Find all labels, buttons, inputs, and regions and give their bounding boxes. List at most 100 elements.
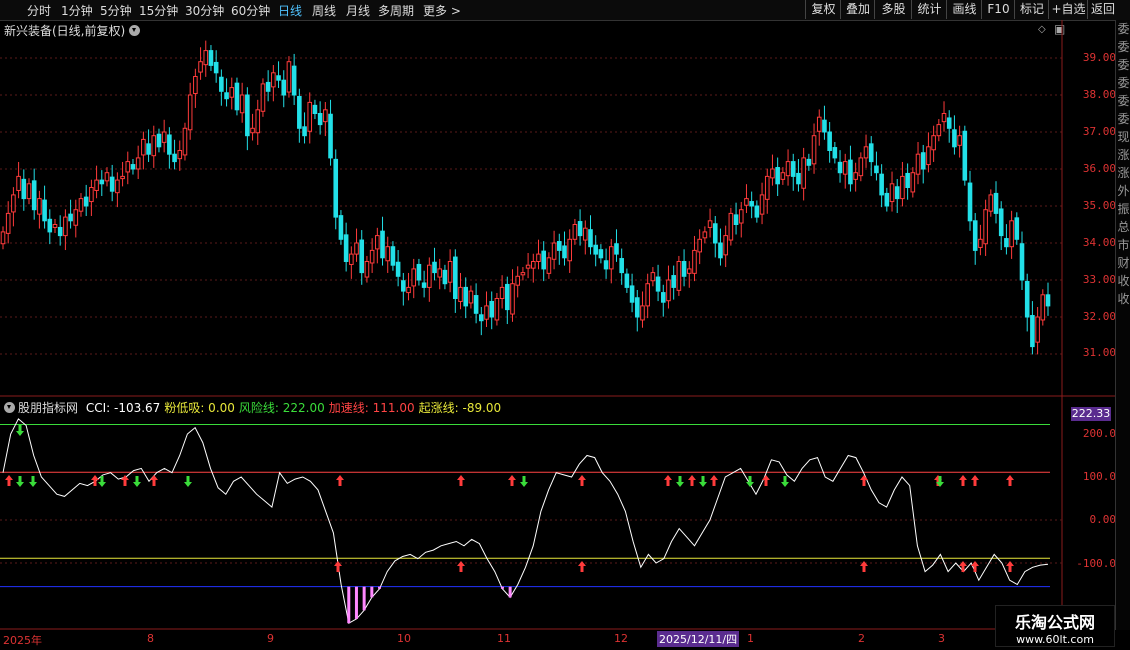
candle-body — [94, 179, 99, 191]
toolbar-button-4[interactable]: 画线 — [946, 0, 982, 19]
candle-body — [109, 176, 115, 192]
candle-body — [749, 201, 754, 207]
candle-body — [385, 246, 391, 262]
candle-body — [905, 172, 910, 189]
indicator-menu-icon[interactable] — [4, 402, 15, 413]
buy-arrow-up-icon — [710, 475, 718, 486]
candle-body — [697, 238, 702, 253]
buy-arrow-up-icon — [457, 561, 465, 572]
quote-sidebar[interactable]: 委委委委委委现涨涨外振总市财收收 — [1115, 20, 1130, 630]
candle-body — [874, 165, 879, 174]
tab-6[interactable]: 日线 — [278, 2, 302, 19]
candle-body — [115, 179, 120, 194]
buy-arrow-up-icon — [688, 475, 696, 486]
toolbar-button-5[interactable]: F10 — [981, 0, 1015, 19]
indicator-item-2: 风险线: 222.00 — [238, 401, 325, 415]
candle-body — [889, 183, 895, 203]
candle-body — [31, 180, 37, 211]
candle-body — [271, 72, 276, 88]
price-tick-8: 31.00 — [1082, 346, 1116, 359]
candle-body — [11, 194, 16, 213]
candle-body — [479, 314, 484, 322]
price-tick-0: 39.00 — [1082, 51, 1116, 64]
tab-0[interactable]: 分时 — [27, 2, 51, 19]
tab-2[interactable]: 5分钟 — [100, 2, 132, 19]
indicator-name: 股朋指标网 — [18, 401, 79, 415]
tab-1[interactable]: 1分钟 — [61, 2, 93, 19]
watermark-url: www.60lt.com — [1016, 633, 1094, 646]
candle-body — [468, 290, 474, 304]
candle-body — [920, 152, 926, 170]
candle-body — [359, 239, 365, 274]
buy-arrow-up-icon — [508, 475, 516, 486]
candle-body — [957, 135, 962, 146]
cci-tick-0: 200.0 — [1082, 427, 1116, 440]
candle-body — [26, 183, 32, 200]
toolbar-button-7[interactable]: +自选 — [1048, 0, 1088, 19]
indicator-item-4: 起涨线: -89.00 — [418, 401, 502, 415]
toolbar-button-2[interactable]: 多股 — [874, 0, 912, 19]
candle-body — [265, 81, 271, 92]
candle-body — [556, 241, 562, 251]
candle-body — [572, 224, 578, 240]
tab-9[interactable]: 多周期 — [378, 2, 414, 19]
tab-7[interactable]: 周线 — [312, 2, 336, 19]
candle-body — [239, 94, 245, 114]
candle-body — [203, 50, 209, 66]
candle-body — [790, 161, 796, 177]
sidebar-label-13: 财 — [1117, 256, 1130, 270]
candle-body — [848, 159, 853, 185]
toolbar-button-0[interactable]: 复权 — [805, 0, 841, 19]
candle-body — [349, 253, 354, 265]
toolbar-button-6[interactable]: 标记 — [1014, 0, 1049, 19]
buy-arrow-up-icon — [971, 475, 979, 486]
candle-body — [702, 231, 708, 239]
candle-body — [842, 161, 848, 175]
candle-body — [629, 285, 635, 303]
candle-body — [988, 194, 994, 212]
price-chart[interactable] — [0, 20, 1115, 650]
candle-body — [125, 161, 131, 173]
candle-body — [978, 238, 983, 248]
candle-body — [884, 192, 890, 207]
candle-body — [390, 246, 396, 266]
candle-body — [983, 209, 988, 245]
buy-arrow-up-icon — [578, 475, 586, 486]
candle-body — [567, 238, 572, 262]
toolbar-button-3[interactable]: 统计 — [911, 0, 947, 19]
candle-body — [21, 178, 27, 200]
sidebar-label-3: 委 — [1117, 76, 1130, 90]
candle-body — [364, 261, 370, 278]
toolbar-button-1[interactable]: 叠加 — [840, 0, 875, 19]
pink-low-bar — [508, 586, 512, 598]
tab-8[interactable]: 月线 — [346, 2, 370, 19]
candle-body — [395, 261, 401, 277]
sell-arrow-down-icon — [676, 476, 684, 487]
candle-body — [5, 212, 11, 234]
pink-low-bar — [354, 586, 358, 619]
price-tick-5: 34.00 — [1082, 236, 1116, 249]
pink-low-bar — [500, 586, 504, 589]
time-tick-6: 1 — [747, 632, 754, 645]
candle-body — [447, 261, 453, 283]
indicator-item-1: 粉低吸: 0.00 — [164, 401, 235, 415]
tab-5[interactable]: 60分钟 — [231, 2, 270, 19]
time-tick-8: 3 — [938, 632, 945, 645]
candle-body — [16, 175, 21, 191]
candle-body — [588, 229, 593, 248]
candle-body — [806, 158, 812, 166]
time-tick-2: 9 — [267, 632, 274, 645]
buy-arrow-up-icon — [959, 475, 967, 486]
buy-arrow-up-icon — [1006, 475, 1014, 486]
tab-10[interactable]: 更多 > — [423, 2, 461, 19]
tab-4[interactable]: 30分钟 — [185, 2, 224, 19]
sidebar-label-4: 委 — [1117, 94, 1130, 108]
candle-body — [224, 92, 229, 100]
candle-body — [926, 146, 931, 166]
toolbar-button-8[interactable]: 返回 — [1087, 0, 1118, 19]
tab-3[interactable]: 15分钟 — [139, 2, 178, 19]
sidebar-label-6: 现 — [1117, 130, 1130, 144]
candle-body — [229, 87, 235, 98]
candle-body — [733, 214, 739, 226]
candle-body — [494, 298, 500, 321]
